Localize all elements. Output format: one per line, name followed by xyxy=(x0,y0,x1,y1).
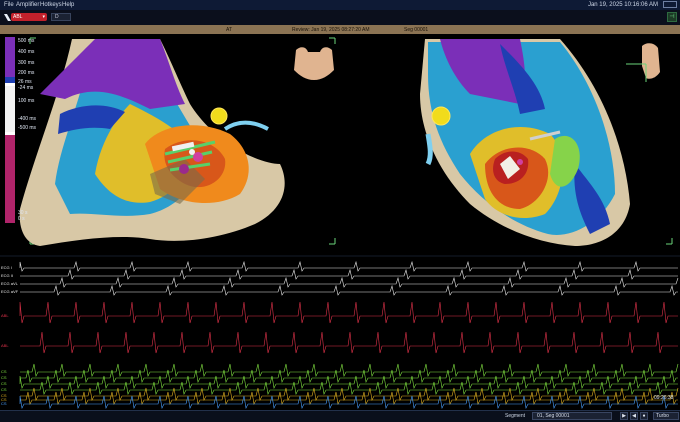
channel-label: CS xyxy=(1,369,7,374)
map-viewport[interactable] xyxy=(0,34,680,248)
ecg-timestamp: 09:26:38 xyxy=(654,395,674,401)
colorbar-label: -400 ms xyxy=(18,116,37,122)
status-bar: AT Review: Jan 19, 2025 08:27:20 AM Seg … xyxy=(0,25,680,34)
channel-label: CS xyxy=(1,387,7,392)
torso-orientation-icon-right xyxy=(626,43,660,82)
ecg-trace xyxy=(20,268,678,280)
channel-label: ECG I xyxy=(1,265,12,270)
ecg-trace xyxy=(20,284,678,296)
colorbar-label: 500 ms xyxy=(18,38,35,44)
channel-label: ECG aVL xyxy=(1,281,18,286)
app-logo-icon xyxy=(4,14,11,21)
menu-file[interactable]: File xyxy=(4,2,14,8)
channel-label: CS xyxy=(1,381,7,386)
map-select[interactable]: ABL ▾ xyxy=(11,13,47,21)
speed-select[interactable]: Turbo xyxy=(653,412,679,420)
channel-label: CS xyxy=(1,401,7,406)
segment-select[interactable]: 01, Seg 00001 xyxy=(532,412,612,420)
ecg-trace xyxy=(19,301,678,324)
chevron-down-icon: ▾ xyxy=(42,14,45,20)
colorbar-label: -500 ms xyxy=(18,125,37,131)
play-button[interactable]: ▶ xyxy=(620,412,628,420)
channel-label: CS xyxy=(1,375,7,380)
activation-colorbar[interactable] xyxy=(5,37,15,223)
colorbar-label: 100 ms xyxy=(18,98,35,104)
map-select-value: ABL xyxy=(13,14,23,20)
right-anatomy-map xyxy=(420,39,630,246)
map-type-label: AT xyxy=(226,27,233,33)
window-control-icon[interactable] xyxy=(663,1,677,8)
torso-orientation-icon xyxy=(294,47,334,80)
segment-label: Segment xyxy=(505,413,526,419)
ecg-trace xyxy=(20,331,678,354)
menu-help[interactable]: Help xyxy=(62,2,74,8)
colorbar-label: 300 ms xyxy=(18,60,35,66)
channel-label: ECG aVF xyxy=(1,289,19,294)
left-anatomy-map xyxy=(19,39,285,246)
toolbar xyxy=(0,10,680,25)
mode-select[interactable]: D xyxy=(51,13,71,21)
segment-status: Seg 00001 xyxy=(404,27,429,33)
time-scale-label: 0 s xyxy=(18,216,25,222)
colorbar-lower-value: -24 ms xyxy=(18,85,34,91)
ecg-trace xyxy=(20,363,679,377)
colorbar-label: 200 ms xyxy=(18,70,35,76)
panel-toggle-icon[interactable]: ⊣ xyxy=(667,12,677,22)
menu-amplifier[interactable]: Amplifier xyxy=(16,2,39,8)
ecg-trace xyxy=(19,260,678,272)
channel-label: ABL xyxy=(1,313,9,318)
step-back-button[interactable]: ◀ xyxy=(630,412,638,420)
ecg-traces[interactable] xyxy=(0,248,680,410)
speed-icon[interactable]: ● xyxy=(640,412,648,420)
clock-datetime: Jan 19, 2025 10:16:06 AM xyxy=(587,2,658,8)
colorbar-label: 400 ms xyxy=(18,49,35,55)
ecg-trace xyxy=(20,276,679,288)
channel-label: ECG II xyxy=(1,273,14,278)
menu-hotkeys[interactable]: Hotkeys xyxy=(40,2,62,8)
ecg-trace xyxy=(19,395,678,409)
menu-bar: File Amplifier Hotkeys Help Jan 19, 2025… xyxy=(0,0,680,10)
review-timestamp: Review: Jan 19, 2025 08:27:20 AM xyxy=(292,27,370,33)
channel-label: ABL xyxy=(1,343,9,348)
